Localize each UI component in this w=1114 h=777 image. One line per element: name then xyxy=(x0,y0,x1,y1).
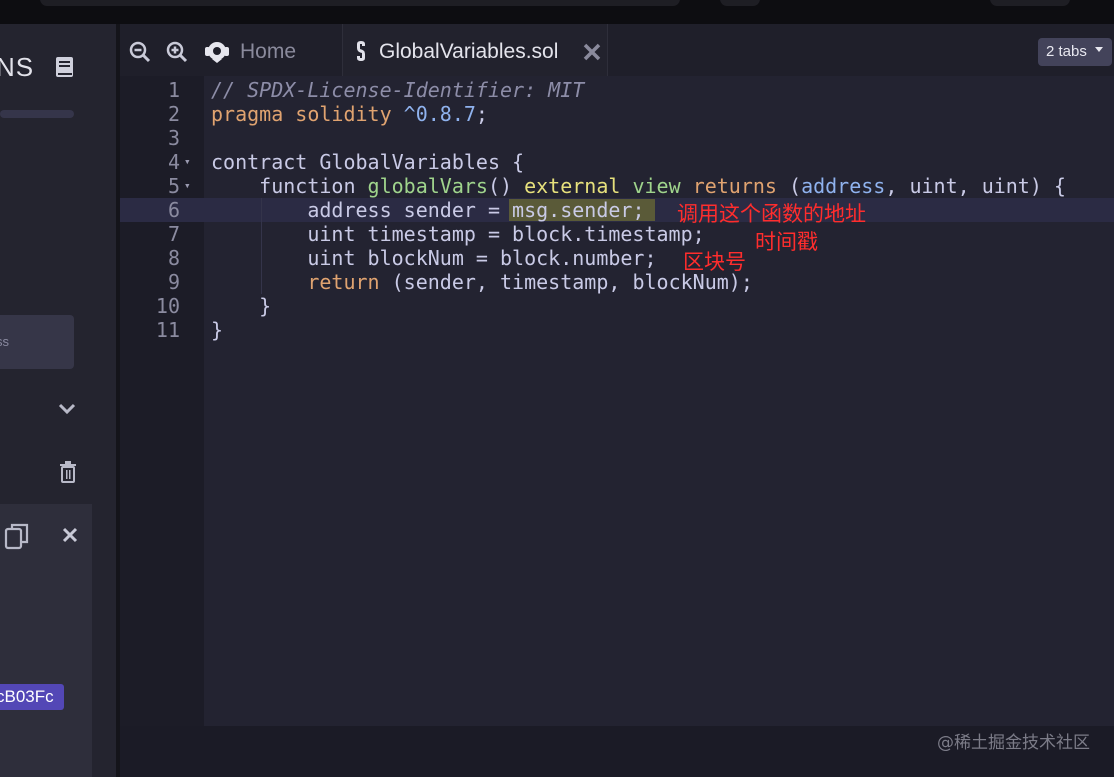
code-token: uint timestamp = block.timestamp; xyxy=(211,222,705,246)
address-input[interactable]: ss xyxy=(0,315,74,369)
line-code: // SPDX-License-Identifier: MIT xyxy=(211,78,584,102)
tab-home[interactable]: Home xyxy=(240,40,296,64)
close-icon[interactable] xyxy=(62,527,78,543)
line-number: 1 xyxy=(167,78,180,102)
tabs-dropdown[interactable]: 2 tabs xyxy=(1038,38,1112,66)
fold-arrow-icon[interactable]: ▾ xyxy=(184,174,191,198)
line-number: 9 xyxy=(167,270,180,294)
code-token: // SPDX-License-Identifier: MIT xyxy=(211,78,585,102)
copy-icon[interactable] xyxy=(4,522,30,550)
contract-address-badge[interactable]: cB03Fc xyxy=(0,684,64,710)
panel-title: NS xyxy=(0,52,35,82)
code-token: globalVars xyxy=(367,174,488,198)
line-code: address sender = msg.sender; xyxy=(211,198,644,222)
tab-global-variables[interactable]: GlobalVariables.sol xyxy=(342,24,608,76)
line-number: 2 xyxy=(167,102,180,126)
caret-down-icon xyxy=(1095,47,1104,52)
browser-top-strip xyxy=(0,0,1114,24)
line-code: pragma solidity ^0.8.7; xyxy=(211,102,488,126)
side-panel: NS ss cB03Fc xyxy=(0,24,116,777)
line-code: contract GlobalVariables { xyxy=(211,150,524,174)
tab-file-label: GlobalVariables.sol xyxy=(379,40,559,63)
toolbar-pill[interactable] xyxy=(990,0,1070,6)
address-input-placeholder: ss xyxy=(0,334,9,349)
contract-address-text: cB03Fc xyxy=(0,687,54,706)
line-number: 6 xyxy=(167,198,180,222)
zoom-out-icon[interactable] xyxy=(128,40,152,64)
line-number: 10 xyxy=(155,294,180,318)
code-token: uint blockNum = block.number; xyxy=(211,246,657,270)
code-token: msg.sender; xyxy=(512,198,645,222)
line-code: uint blockNum = block.number; xyxy=(211,246,657,270)
panel-progress-bar xyxy=(0,110,74,118)
trash-icon[interactable] xyxy=(58,460,78,484)
code-token: address xyxy=(801,174,886,198)
remix-logo-icon[interactable] xyxy=(203,38,231,64)
address-bar[interactable] xyxy=(40,0,680,6)
line-number: 4 xyxy=(167,150,180,174)
line-number: 5 xyxy=(167,174,180,198)
toolbar-pill[interactable] xyxy=(720,0,760,6)
annotation-block-number: 区块号 xyxy=(683,250,746,274)
line-code: return (sender, timestamp, blockNum); xyxy=(211,270,753,294)
code-token: address sender = xyxy=(211,198,513,222)
line-number: 7 xyxy=(167,222,180,246)
code-token: function xyxy=(211,174,368,198)
line-code: uint timestamp = block.timestamp; xyxy=(211,222,705,246)
line-code: function globalVars() external view retu… xyxy=(211,174,1066,198)
annotation-timestamp: 时间戳 xyxy=(755,230,818,254)
code-token: } xyxy=(211,318,224,342)
code-token: ( xyxy=(789,174,802,198)
code-token: contract GlobalVariables { xyxy=(211,150,525,174)
code-token: ; xyxy=(475,102,488,126)
solidity-icon xyxy=(357,41,365,61)
line-number: 11 xyxy=(155,318,180,342)
line-code: } xyxy=(211,294,271,318)
line-number: 3 xyxy=(167,126,180,150)
line-number: 8 xyxy=(167,246,180,270)
code-token: ^0.8.7 xyxy=(403,102,476,126)
editor-tab-bar: Home GlobalVariables.sol 2 tabs xyxy=(120,24,1114,76)
code-token: pragma solidity xyxy=(211,102,404,126)
code-token: return xyxy=(307,270,392,294)
book-icon[interactable] xyxy=(55,56,74,78)
fold-arrow-icon[interactable]: ▾ xyxy=(184,150,191,174)
code-token: external xyxy=(524,174,633,198)
watermark: @稀土掘金技术社区 xyxy=(937,733,1090,753)
chevron-down-icon[interactable] xyxy=(58,402,76,416)
line-code: } xyxy=(211,318,223,342)
code-token: , uint, uint) { xyxy=(885,174,1066,198)
code-token: } xyxy=(211,294,272,318)
annotation-caller-address: 调用这个函数的地址 xyxy=(677,202,866,226)
zoom-in-icon[interactable] xyxy=(165,40,189,64)
code-token: () xyxy=(487,174,525,198)
code-token: returns xyxy=(692,174,790,198)
code-token: view xyxy=(632,174,693,198)
tabs-dropdown-label: 2 tabs xyxy=(1046,43,1087,60)
close-icon[interactable] xyxy=(583,43,601,61)
code-editor[interactable]: 1 // SPDX-License-Identifier: MIT 2 pragma … xyxy=(120,76,1114,777)
